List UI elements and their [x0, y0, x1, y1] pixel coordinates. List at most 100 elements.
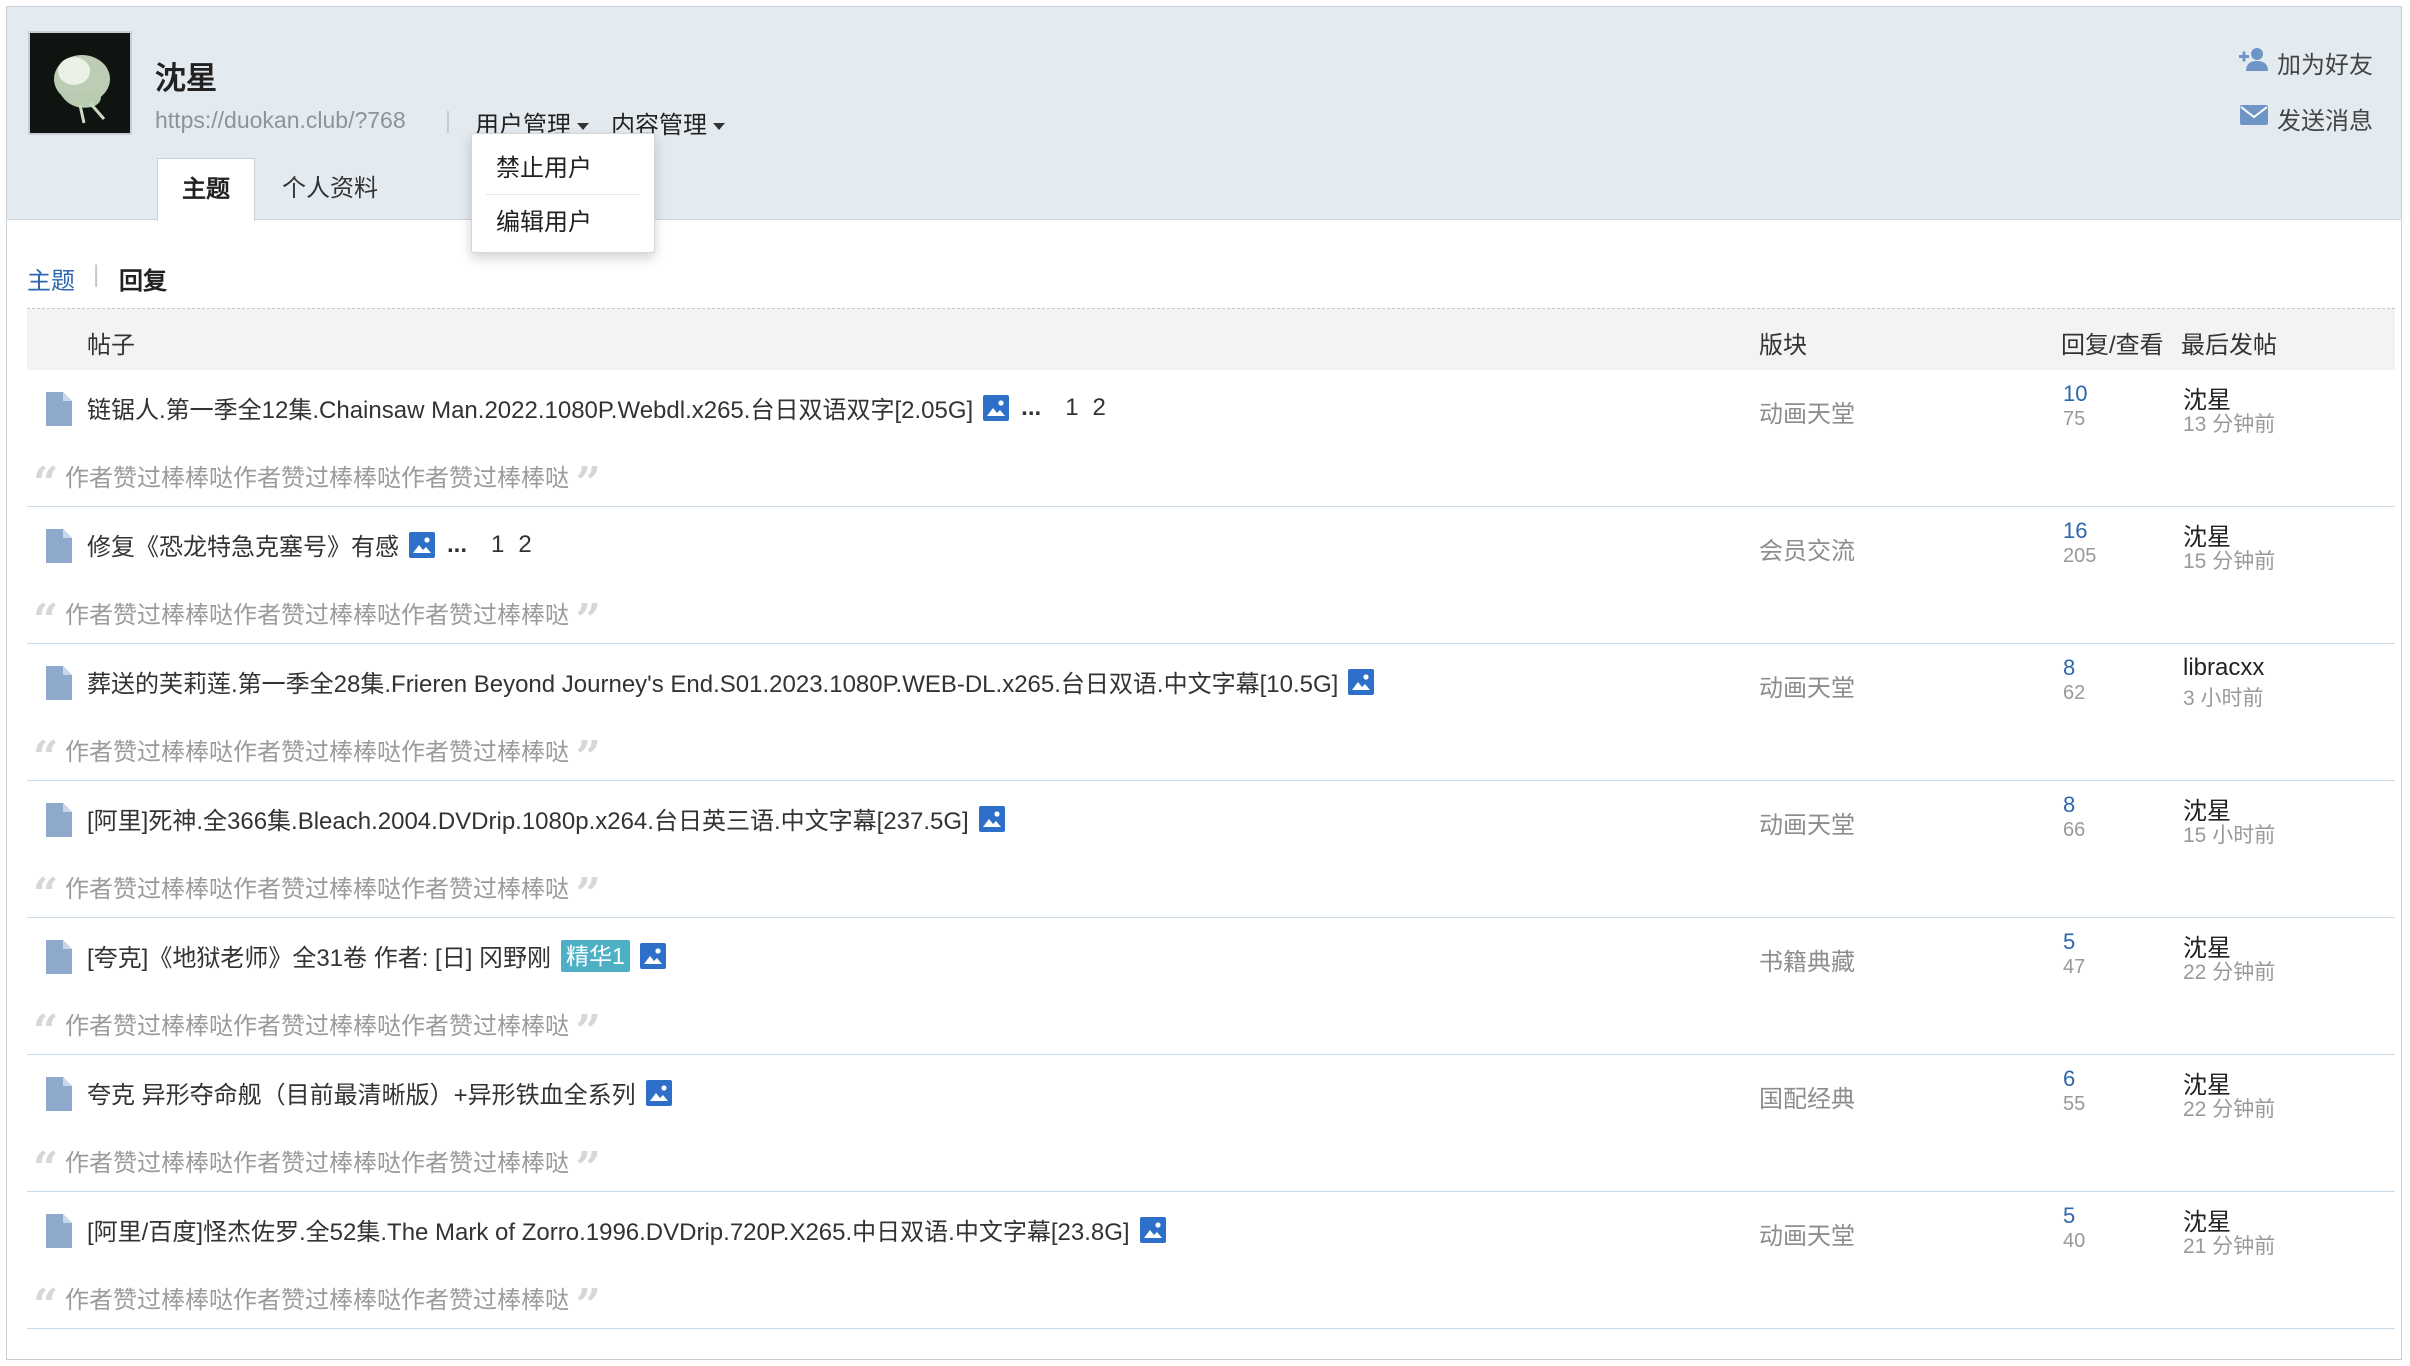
- quote-close-icon: ”: [575, 1280, 601, 1331]
- header-forum: 版块: [1759, 332, 1807, 359]
- list-header: 帖子 版块 回复/查看 最后发帖: [27, 309, 2395, 370]
- reply-count[interactable]: 8: [2063, 792, 2075, 818]
- image-icon[interactable]: [1139, 1216, 1166, 1243]
- thread-title[interactable]: 修复《恐龙特急克塞号》有感: [87, 527, 399, 562]
- pagination: 12: [477, 531, 532, 559]
- image-icon[interactable]: [639, 942, 666, 969]
- thread-title-line: 葬送的芙莉莲.第一季全28集.Frieren Beyond Journey's …: [87, 664, 1375, 699]
- image-icon[interactable]: [983, 394, 1010, 421]
- image-icon[interactable]: [978, 805, 1005, 832]
- send-message-button[interactable]: 发送消息: [2239, 101, 2373, 136]
- forum-link[interactable]: 动画天堂: [1759, 394, 1855, 429]
- document-icon: [44, 666, 72, 705]
- page-link[interactable]: 1: [491, 531, 504, 558]
- caret-down-icon: [577, 123, 589, 131]
- thread-title[interactable]: 葬送的芙莉莲.第一季全28集.Frieren Beyond Journey's …: [87, 664, 1338, 699]
- user-management-dropdown: 禁止用户 编辑用户: [471, 133, 655, 253]
- thread-title-line: 夸克 异形夺命舰（目前最清晰版）+异形铁血全系列: [87, 1075, 672, 1110]
- quote-close-icon: ”: [575, 869, 601, 920]
- envelope-icon: [2239, 103, 2269, 134]
- tab-profile[interactable]: 个人资料: [265, 158, 395, 220]
- page-link[interactable]: 1: [1065, 394, 1078, 421]
- dropdown-divider: [486, 194, 640, 195]
- document-icon: [44, 1214, 72, 1253]
- last-post-time: 3 小时前: [2183, 687, 2264, 710]
- last-post-time: 13 分钟前: [2183, 413, 2276, 436]
- thread-title[interactable]: [阿里/百度]怪杰佐罗.全52集.The Mark of Zorro.1996.…: [87, 1212, 1130, 1247]
- document-icon: [44, 803, 72, 842]
- forum-link[interactable]: 书籍典藏: [1759, 942, 1855, 977]
- quote-line: “ 作者赞过棒棒哒作者赞过棒棒哒作者赞过棒棒哒 ”: [33, 1006, 601, 1057]
- view-count: 62: [2063, 682, 2086, 704]
- profile-url[interactable]: https://duokan.club/?768: [155, 107, 406, 134]
- subnav-topics[interactable]: 主题: [27, 261, 75, 296]
- quote-text: 作者赞过棒棒哒作者赞过棒棒哒作者赞过棒棒哒: [64, 1150, 569, 1177]
- view-count: 66: [2063, 819, 2086, 841]
- quote-open-icon: “: [33, 869, 59, 920]
- document-icon: [44, 392, 72, 431]
- subnav-topics-link[interactable]: 主题: [27, 268, 75, 295]
- last-post-time: 22 分钟前: [2183, 1098, 2276, 1121]
- avatar[interactable]: [28, 31, 132, 135]
- image-icon[interactable]: [1348, 668, 1375, 695]
- tab-topics[interactable]: 主题: [157, 158, 255, 221]
- quote-open-icon: “: [33, 732, 59, 783]
- thread-title-line: 链锯人.第一季全12集.Chainsaw Man.2022.1080P.Webd…: [87, 390, 1106, 425]
- thread-title[interactable]: 夸克 异形夺命舰（目前最清晰版）+异形铁血全系列: [87, 1075, 636, 1110]
- add-friend-button[interactable]: 加为好友: [2239, 45, 2373, 80]
- pagination: 12: [1051, 394, 1106, 422]
- quote-text: 作者赞过棒棒哒作者赞过棒棒哒作者赞过棒棒哒: [64, 1013, 569, 1040]
- quote-open-icon: “: [33, 1006, 59, 1057]
- thread-title-line: [夸克]《地狱老师》全31卷 作者: [日] 冈野刚 精华1: [87, 938, 666, 973]
- thread-title[interactable]: 链锯人.第一季全12集.Chainsaw Man.2022.1080P.Webd…: [87, 390, 973, 425]
- quote-open-icon: “: [33, 458, 59, 509]
- forum-link[interactable]: 动画天堂: [1759, 1216, 1855, 1251]
- header-post: 帖子: [87, 332, 135, 359]
- reply-count[interactable]: 5: [2063, 1203, 2075, 1229]
- reply-count[interactable]: 5: [2063, 929, 2075, 955]
- page-link[interactable]: 2: [1093, 394, 1106, 421]
- quote-open-icon: “: [33, 1280, 59, 1331]
- profile-header: 沈星 https://duokan.club/?768 | 用户管理 内容管理 …: [7, 7, 2401, 221]
- ban-user-item[interactable]: 禁止用户: [496, 148, 592, 183]
- forum-link[interactable]: 动画天堂: [1759, 805, 1855, 840]
- forum-link[interactable]: 动画天堂: [1759, 668, 1855, 703]
- last-poster[interactable]: libracxx: [2183, 654, 2264, 682]
- quote-close-icon: ”: [575, 458, 601, 509]
- forum-link[interactable]: 国配经典: [1759, 1079, 1855, 1114]
- thread-title-line: [阿里]死神.全366集.Bleach.2004.DVDrip.1080p.x2…: [87, 801, 1005, 836]
- subnav-replies[interactable]: 回复: [119, 261, 167, 296]
- thread-title[interactable]: [阿里]死神.全366集.Bleach.2004.DVDrip.1080p.x2…: [87, 801, 969, 836]
- thread-list: 帖子 版块 回复/查看 最后发帖 链锯人.第一季全12集.Chainsaw Ma…: [27, 308, 2395, 1331]
- header-separator: |: [445, 107, 451, 133]
- header-last-post: 最后发帖: [2181, 332, 2277, 359]
- username: 沈星: [155, 61, 217, 96]
- send-message-label: 发送消息: [2277, 108, 2373, 135]
- quote-line: “ 作者赞过棒棒哒作者赞过棒棒哒作者赞过棒棒哒 ”: [33, 458, 601, 509]
- quote-open-icon: “: [33, 595, 59, 646]
- reply-count[interactable]: 10: [2063, 381, 2087, 407]
- reply-count[interactable]: 8: [2063, 655, 2075, 681]
- view-count: 40: [2063, 1230, 2086, 1252]
- quote-line: “ 作者赞过棒棒哒作者赞过棒棒哒作者赞过棒棒哒 ”: [33, 595, 601, 646]
- image-icon[interactable]: [645, 1079, 672, 1106]
- page-link[interactable]: 2: [518, 531, 531, 558]
- subnav-replies-link[interactable]: 回复: [119, 268, 167, 295]
- table-row: 修复《恐龙特急克塞号》有感 ... 12 “ 作者赞过棒棒哒作者赞过棒棒哒作者赞…: [27, 507, 2395, 646]
- thread-rows: 链锯人.第一季全12集.Chainsaw Man.2022.1080P.Webd…: [27, 370, 2395, 1331]
- edit-user-item[interactable]: 编辑用户: [496, 202, 592, 237]
- forum-link[interactable]: 会员交流: [1759, 531, 1855, 566]
- quote-close-icon: ”: [575, 1006, 601, 1057]
- document-icon: [44, 529, 72, 568]
- table-row: [阿里/百度]怪杰佐罗.全52集.The Mark of Zorro.1996.…: [27, 1192, 2395, 1331]
- table-row: 链锯人.第一季全12集.Chainsaw Man.2022.1080P.Webd…: [27, 370, 2395, 509]
- reply-count[interactable]: 6: [2063, 1066, 2075, 1092]
- thread-title[interactable]: [夸克]《地狱老师》全31卷 作者: [日] 冈野刚: [87, 938, 551, 973]
- quote-close-icon: ”: [575, 1143, 601, 1194]
- last-post-time: 22 分钟前: [2183, 961, 2276, 984]
- image-icon[interactable]: [409, 531, 435, 558]
- view-count: 55: [2063, 1093, 2086, 1115]
- thread-title-line: 修复《恐龙特急克塞号》有感 ... 12: [87, 527, 532, 562]
- last-post-time: 15 小时前: [2183, 824, 2276, 847]
- reply-count[interactable]: 16: [2063, 518, 2087, 544]
